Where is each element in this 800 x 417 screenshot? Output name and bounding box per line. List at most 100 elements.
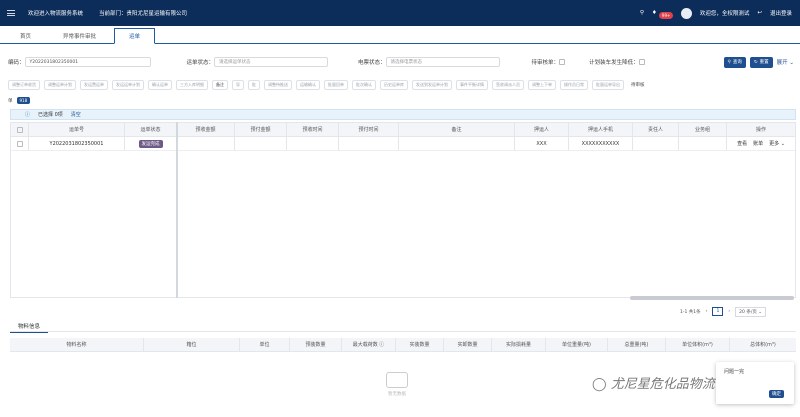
logout-icon[interactable]: ↩ — [757, 10, 762, 16]
col-prepay-time[interactable]: 预收时间 — [287, 123, 339, 136]
waybill-table: 运单号 运单状态 预收金额 预付金额 预收时间 预付时间 备注 押运人 押运人手… — [10, 122, 796, 298]
account-link[interactable]: 账单 — [753, 140, 763, 147]
select-all-checkbox[interactable] — [16, 126, 23, 133]
toolbar-button[interactable]: 批次确认 — [352, 80, 376, 90]
col-escort-phone[interactable]: 押运人手机 — [569, 123, 633, 136]
table-row[interactable]: Y2022031802350001 发运完成 XXX XXXXXXXXXXX 查… — [11, 137, 795, 151]
toolbar-button[interactable]: 操作员日常 — [560, 80, 588, 90]
col-total-volume[interactable]: 总体积(m³) — [730, 338, 796, 351]
col-total-weight[interactable]: 总重量(吨) — [608, 338, 666, 351]
code-label: 编码： — [8, 60, 25, 66]
avatar[interactable] — [680, 7, 692, 19]
toolbar-button[interactable]: 调整运单计划 — [44, 80, 76, 90]
more-link[interactable]: 更多 ⌄ — [769, 140, 785, 147]
advance-time-cell — [339, 137, 399, 150]
search-btn-icon: ⚲ — [727, 59, 731, 65]
col-slot[interactable]: 箱位 — [144, 338, 240, 351]
expand-label: 展开 — [776, 60, 788, 66]
toolbar-button[interactable]: 导 — [232, 80, 244, 90]
tab-exception-approval[interactable]: 异常事件审批 — [49, 28, 110, 43]
col-order-no[interactable]: 运单号 — [29, 123, 125, 136]
bell-icon[interactable]: ♦ 99+ — [652, 10, 674, 19]
status-cell: 发运完成 — [125, 137, 177, 150]
col-unloaded-qty[interactable]: 实卸数量 — [444, 338, 492, 351]
dialog-message: 问题一完 — [724, 369, 745, 375]
prev-page-icon[interactable]: ‹ — [706, 309, 708, 314]
toolbar-button[interactable]: 调整待推送 — [264, 80, 292, 90]
toolbar-button[interactable]: 调整订单收货 — [8, 80, 40, 90]
menu-icon[interactable] — [0, 0, 22, 26]
col-escort[interactable]: 押运人 — [515, 123, 569, 136]
col-remark[interactable]: 备注 — [399, 123, 515, 136]
logout-link[interactable]: 退出登录 — [770, 9, 792, 17]
page-number[interactable]: 1 — [712, 307, 724, 316]
toolbar-button[interactable]: 批 — [248, 80, 260, 90]
e-status-label: 电票状态： — [358, 60, 386, 66]
search-btn-label: 查询 — [732, 60, 742, 65]
pending-checkbox[interactable] — [559, 59, 566, 65]
search-button[interactable]: ⚲ 查询 — [723, 56, 746, 68]
dialog-ok-button[interactable]: 确定 — [769, 390, 784, 398]
more-label: 更多 — [769, 141, 780, 147]
top-bar: 欢迎进入物流服务系统 当前部门：贵阳尤尼星运输有限公司 ⚲ ♦ 99+ 欢迎您，全… — [0, 0, 800, 26]
col-unit-weight[interactable]: 单位重量(吨) — [546, 338, 608, 351]
order-status-select[interactable]: 请选择运单状态 — [214, 57, 329, 67]
tab-bar: 首页 异常事件审批 运单 — [0, 26, 800, 44]
col-advance-time[interactable]: 预付时间 — [339, 123, 399, 136]
toolbar-button-remark[interactable]: 备注 — [212, 80, 228, 90]
col-status[interactable]: 运单状态 — [125, 123, 177, 136]
toolbar-button[interactable]: 签收调派人员 — [492, 80, 524, 90]
col-unit[interactable]: 单位 — [240, 338, 290, 351]
toolbar-button[interactable]: 历史运单库 — [380, 80, 408, 90]
welcome-text: 欢迎您，全权限测试 — [699, 11, 750, 17]
next-page-icon[interactable]: › — [728, 309, 730, 314]
col-advance-amount[interactable]: 预付金额 — [235, 123, 287, 136]
col-max-load[interactable]: 最大载荷数 ⓘ — [342, 338, 396, 351]
horizontal-scrollbar[interactable] — [630, 296, 794, 300]
toolbar-button[interactable]: 发运费运单 — [80, 80, 108, 90]
toolbar-button[interactable]: 三方入库明细 — [176, 80, 208, 90]
col-business-group[interactable]: 业务组 — [679, 123, 727, 136]
toolbar-button[interactable]: 调整上下单 — [528, 80, 556, 90]
watermark-text: 尤尼星危化品物流 — [610, 377, 715, 392]
code-input[interactable]: Y2022031802350001 — [24, 57, 151, 67]
col-planned-qty[interactable]: 预装数量 — [290, 338, 342, 351]
clear-link[interactable]: 清空 — [71, 111, 81, 118]
tab-home[interactable]: 首页 — [6, 28, 45, 43]
help-icon[interactable]: ⓘ — [379, 341, 384, 348]
tab-waybill[interactable]: 运单 — [114, 28, 156, 44]
count-badge: 918 — [16, 97, 31, 104]
page-size-select[interactable]: 20 条/页 ⌄ — [735, 306, 767, 317]
filter-bar: 编码： Y2022031802350001 运单状态： 请选择运单状态 电票状态… — [8, 56, 794, 68]
toolbar-button[interactable]: 事件平衡详情 — [456, 80, 488, 90]
remark-cell — [399, 137, 515, 150]
e-status-select[interactable]: 请选择电票状态 — [385, 57, 500, 67]
message-dialog: 问题一完 确定 — [716, 362, 794, 404]
count-label: 单 — [8, 98, 13, 104]
toolbar-button[interactable]: 发送到发运单计划 — [412, 80, 452, 90]
empty-state: 暂无数据 — [386, 372, 408, 397]
plan-checkbox[interactable] — [638, 59, 645, 65]
search-icon[interactable]: ⚲ — [640, 10, 644, 16]
reset-button[interactable]: ↻ 重置 — [749, 56, 773, 68]
material-section-line — [10, 331, 796, 332]
row-checkbox[interactable] — [16, 140, 23, 147]
col-loss-qty[interactable]: 实际损耗量 — [492, 338, 546, 351]
toolbar-pending[interactable]: 待审核 — [628, 80, 648, 90]
current-dept: 当前部门：贵阳尤尼星运输有限公司 — [99, 11, 188, 17]
toolbar-button[interactable]: 批量运单导出 — [592, 80, 624, 90]
col-responsible[interactable]: 责任人 — [633, 123, 679, 136]
view-link[interactable]: 查看 — [737, 140, 747, 147]
col-material-name[interactable]: 物料名称 — [10, 338, 144, 351]
col-prepay-amount[interactable]: 预收金额 — [177, 123, 235, 136]
toolbar-button[interactable]: 确认运单 — [148, 80, 172, 90]
material-table-header: 物料名称 箱位 单位 预装数量 最大载荷数 ⓘ 实装数量 实卸数量 实际损耗量 … — [10, 338, 796, 352]
toolbar-button[interactable]: 运输确认 — [296, 80, 320, 90]
col-unit-volume[interactable]: 单位体积(m³) — [666, 338, 730, 351]
col-loaded-qty[interactable]: 实装数量 — [396, 338, 444, 351]
toolbar-button[interactable]: 发运运单计划 — [112, 80, 144, 90]
toolbar-button[interactable]: 批量回单 — [324, 80, 348, 90]
fixed-column-divider — [176, 122, 178, 298]
expand-link[interactable]: 展开 ⌄ — [777, 58, 794, 66]
advance-amount-cell — [235, 137, 287, 150]
